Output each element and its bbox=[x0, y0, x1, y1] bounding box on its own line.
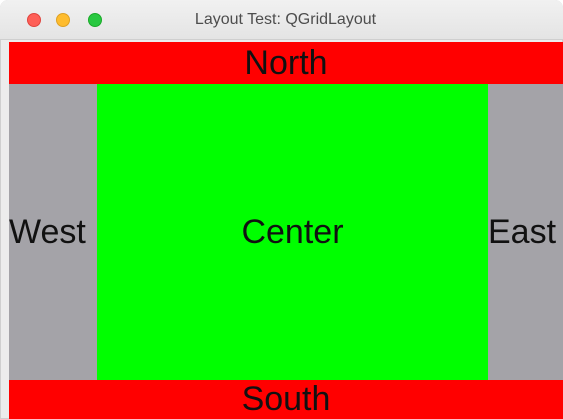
center-label: Center bbox=[241, 212, 344, 251]
title-bar[interactable]: Layout Test: QGridLayout bbox=[0, 0, 563, 40]
north-label: North bbox=[244, 43, 328, 82]
east-label: East bbox=[488, 212, 557, 251]
west-region: West bbox=[9, 84, 97, 380]
west-label: West bbox=[9, 212, 86, 251]
window-title: Layout Test: QGridLayout bbox=[194, 11, 377, 28]
east-region: East bbox=[488, 84, 563, 380]
south-label: South bbox=[241, 380, 331, 418]
center-region: Center bbox=[97, 84, 488, 380]
application-window: Layout Test: QGridLayout North West Cent… bbox=[0, 0, 563, 419]
south-region: South bbox=[9, 380, 563, 419]
grid-layout-content: North West Center East South bbox=[9, 42, 563, 419]
north-region: North bbox=[9, 42, 563, 84]
